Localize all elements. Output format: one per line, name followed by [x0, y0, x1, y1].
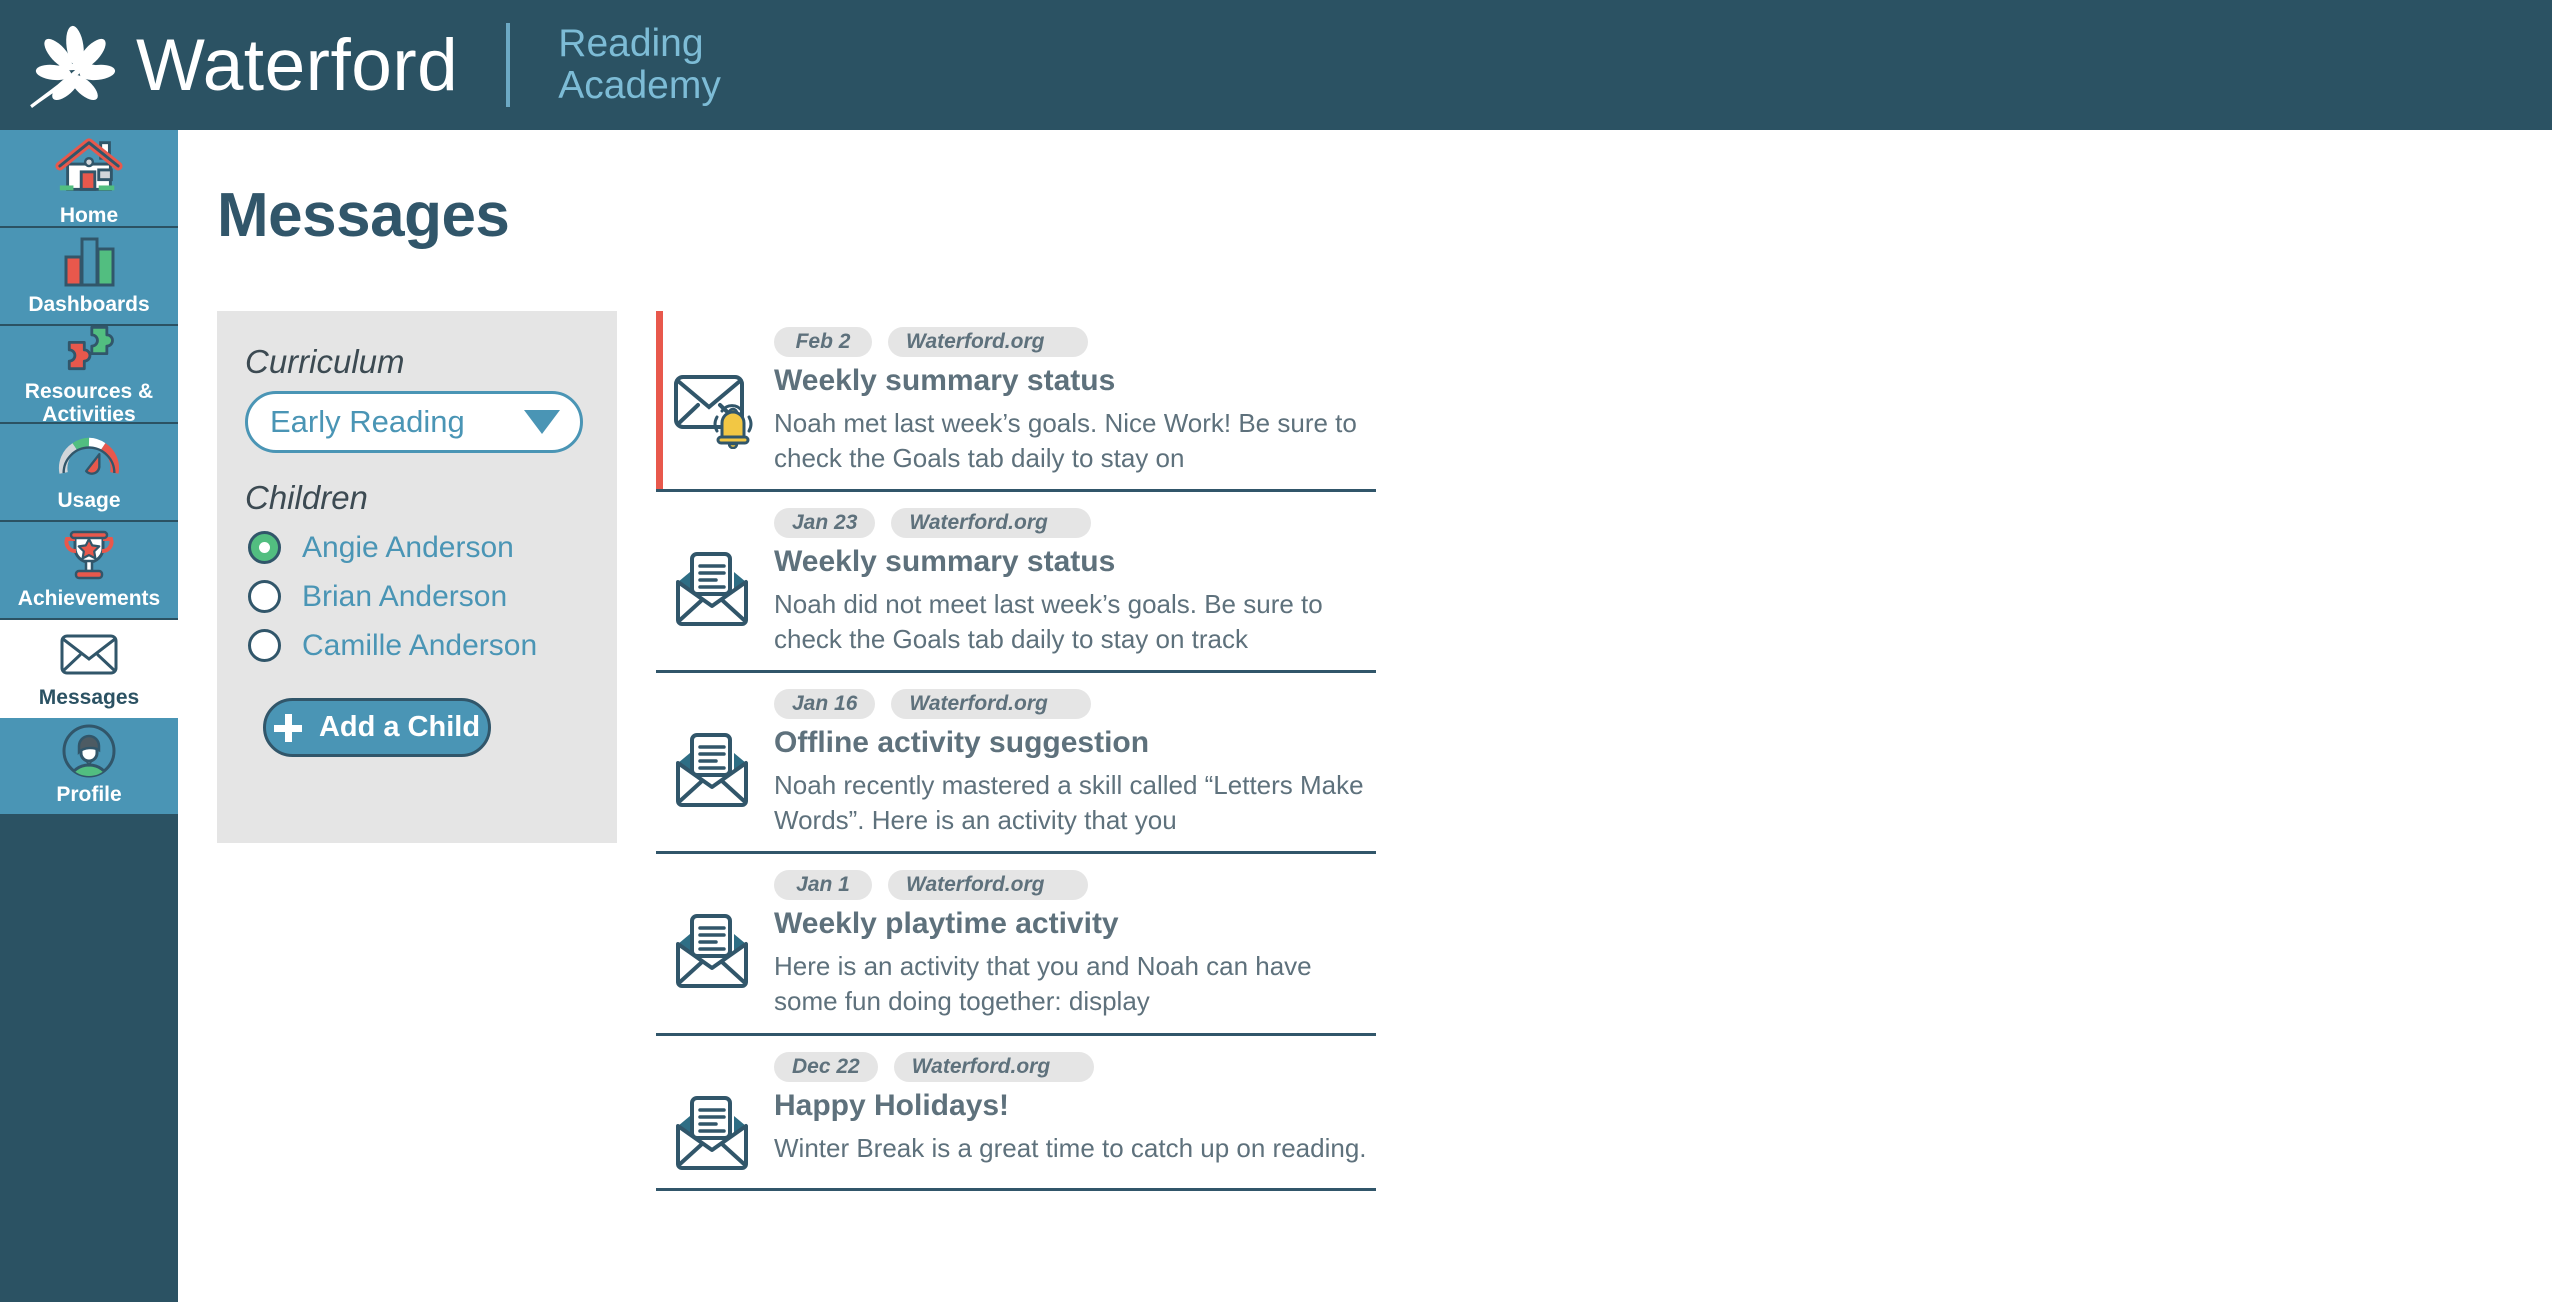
- open-envelope-icon: [656, 689, 774, 837]
- message-title: Offline activity suggestion: [774, 726, 1150, 760]
- add-child-label: Add a Child: [318, 711, 481, 743]
- sidebar-item-label: Profile: [56, 783, 122, 807]
- message-date: Feb 2: [774, 327, 872, 357]
- message-preview: Winter Break is a great time to catch up…: [774, 1132, 1367, 1163]
- brand-name: Waterford: [136, 24, 459, 106]
- message-source: Waterford.org: [893, 1051, 1094, 1082]
- sidebar-item-profile[interactable]: Profile: [0, 718, 178, 816]
- brand-divider: [506, 23, 511, 107]
- gauge-icon: [58, 431, 120, 483]
- message-badges: Jan 16 Waterford.org: [774, 689, 1370, 720]
- add-child-button[interactable]: Add a Child: [263, 698, 491, 757]
- child-name: Brian Anderson: [302, 579, 508, 613]
- message-source: Waterford.org: [888, 870, 1088, 901]
- message-badges: Jan 1 Waterford.org: [774, 870, 1370, 901]
- message-title: Happy Holidays!: [774, 1088, 1010, 1122]
- message-title: Weekly playtime activity: [774, 907, 1119, 941]
- radio-icon[interactable]: [248, 531, 281, 564]
- sidebar-item-label: Dashboards: [28, 293, 150, 317]
- curriculum-label: Curriculum: [245, 343, 405, 380]
- open-envelope-icon: [656, 1052, 774, 1174]
- main-content: Messages Curriculum Early Reading Childr…: [178, 130, 2552, 1302]
- children-label: Children: [245, 479, 368, 516]
- message-date: Jan 23: [774, 508, 876, 539]
- flower-starburst-logo: [30, 25, 116, 108]
- message-badges: Jan 23 Waterford.org: [774, 508, 1370, 539]
- product-name: Reading Academy: [558, 21, 721, 107]
- message-badges: Dec 22 Waterford.org: [774, 1051, 1370, 1082]
- message-title: Weekly summary status: [774, 364, 1116, 397]
- message-badges: Feb 2 Waterford.org: [774, 327, 1370, 357]
- sidebar-item-label: Achievements: [17, 587, 161, 611]
- message-item[interactable]: Feb 2 Waterford.org Weekly summary statu…: [656, 311, 1376, 493]
- message-item[interactable]: Jan 16 Waterford.org Offline activity su…: [656, 673, 1376, 855]
- message-item[interactable]: Jan 1 Waterford.org Weekly playtime acti…: [656, 854, 1376, 1036]
- child-name: Angie Anderson: [302, 530, 514, 564]
- radio-icon[interactable]: [248, 580, 281, 613]
- filter-panel: Curriculum Early Reading Children Angie …: [217, 311, 617, 843]
- message-source: Waterford.org: [891, 508, 1092, 539]
- message-item[interactable]: Dec 22 Waterford.org Happy Holidays! Win…: [656, 1036, 1376, 1191]
- message-preview: Noah recently mastered a skill called “L…: [774, 770, 1364, 835]
- message-title: Weekly summary status: [774, 545, 1116, 579]
- open-envelope-icon: [656, 870, 774, 1018]
- curriculum-select[interactable]: Early Reading: [245, 391, 583, 453]
- message-preview: Here is an activity that you and Noah ca…: [774, 951, 1312, 1017]
- open-envelope-icon: [656, 508, 774, 656]
- curriculum-select-value: Early Reading: [270, 404, 465, 439]
- sidebar-item-achievements[interactable]: Achievements: [0, 522, 178, 620]
- child-option-camille-anderson[interactable]: Camille Anderson: [245, 621, 589, 670]
- sidebar-item-label: Resources & Activities: [24, 379, 154, 426]
- puzzle-pieces-icon: [58, 322, 120, 374]
- app-header: Waterford Reading Academy: [0, 0, 2552, 130]
- plus-icon: [273, 713, 302, 742]
- sidebar-item-resources-activities[interactable]: Resources & Activities: [0, 325, 178, 426]
- chevron-down-icon: [524, 410, 560, 434]
- message-date: Jan 1: [774, 870, 872, 901]
- sidebar-item-usage[interactable]: Usage: [0, 424, 178, 522]
- page-title: Messages: [217, 181, 510, 250]
- sidebar-item-messages[interactable]: Messages: [0, 620, 178, 718]
- child-option-brian-anderson[interactable]: Brian Anderson: [245, 572, 589, 621]
- envelope-icon: [58, 628, 120, 680]
- child-option-angie-anderson[interactable]: Angie Anderson: [245, 523, 589, 572]
- child-name: Camille Anderson: [302, 628, 538, 662]
- message-source: Waterford.org: [888, 327, 1088, 357]
- message-list: Feb 2 Waterford.org Weekly summary statu…: [656, 311, 1376, 1191]
- message-preview: Noah did not meet last week’s goals. Be …: [774, 589, 1323, 654]
- message-item[interactable]: Jan 23 Waterford.org Weekly summary stat…: [656, 492, 1376, 674]
- house-icon: [54, 136, 124, 198]
- radio-icon[interactable]: [248, 629, 281, 662]
- sidebar-item-home[interactable]: Home: [0, 130, 178, 228]
- sidebar-item-label: Home: [59, 204, 119, 228]
- message-date: Jan 16: [774, 689, 876, 720]
- avatar-icon: [58, 724, 120, 778]
- sidebar-item-label: Messages: [38, 686, 140, 710]
- message-date: Dec 22: [774, 1051, 878, 1082]
- sidebar-item-label: Usage: [57, 489, 121, 513]
- sidebar: Home Dashboards Resources & Activities U…: [0, 130, 178, 1302]
- bar-chart-icon: [58, 235, 120, 287]
- message-preview: Noah met last week’s goals. Nice Work! B…: [774, 408, 1357, 473]
- sidebar-item-dashboards[interactable]: Dashboards: [0, 228, 178, 326]
- closed-envelope-bell-icon: [656, 327, 774, 475]
- trophy-icon: [58, 529, 120, 581]
- message-source: Waterford.org: [891, 689, 1092, 720]
